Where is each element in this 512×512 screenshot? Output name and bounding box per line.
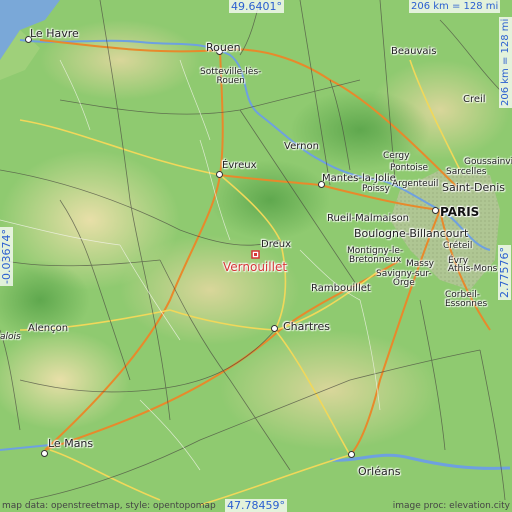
place-dot (432, 207, 439, 214)
place-montigny: Montigny-le- Bretonneux (347, 246, 404, 265)
place-orleans: Orléans (358, 465, 401, 478)
latitude-top-label: 49.6401° (229, 0, 284, 13)
longitude-left-label: -0.03674° (0, 227, 13, 286)
place-le-mans: Le Mans (48, 437, 94, 450)
attribution-image-proc: image proc: elevation.city (392, 501, 510, 511)
place-dot (348, 451, 355, 458)
place-beauvais: Beauvais (391, 46, 437, 57)
place-mantes: Mantes-la-Jolie (322, 173, 396, 184)
place-vernon: Vernon (284, 141, 319, 152)
place-athis: Athis-Mons (448, 264, 498, 274)
place-sotteville: Sotteville-lès- Rouen (200, 67, 262, 86)
place-saint-denis: Saint-Denis (442, 181, 506, 194)
place-corbeil: Corbeil- Essonnes (445, 290, 488, 309)
scale-top-label: 206 km = 128 mi (409, 0, 501, 13)
place-cergy: Cergy (383, 151, 410, 161)
place-goussainville: Goussainville (464, 157, 512, 167)
place-creteil: Créteil (443, 241, 473, 251)
location-marker-label: Vernouillet (223, 260, 288, 274)
place-alois: alois (0, 332, 21, 342)
place-sarcelles: Sarcelles (446, 167, 487, 177)
place-savigny: Savigny-sur- Orge (376, 269, 432, 288)
place-rouen: Rouen (206, 41, 241, 54)
location-marker-icon[interactable] (251, 250, 260, 259)
place-massy: Massy (406, 259, 434, 269)
place-dreux: Dreux (261, 239, 291, 250)
place-pontoise: Pontoise (390, 163, 429, 173)
place-paris: PARIS (440, 205, 480, 219)
place-dot (41, 450, 48, 457)
place-rueil: Rueil-Malmaison (327, 213, 410, 224)
scale-right-label: 206 km = 128 mi (499, 16, 512, 108)
place-evreux: Évreux (222, 160, 257, 171)
longitude-right-label: 2.77576° (498, 245, 511, 300)
place-le-havre: Le Havre (30, 27, 79, 40)
place-boulogne: Boulogne-Billancourt (354, 227, 469, 240)
place-creil: Creil (463, 94, 486, 105)
place-chartres: Chartres (283, 320, 331, 333)
place-argenteuil: Argenteuil (392, 179, 439, 189)
attribution-map-data: map data: openstreetmap, style: opentopo… (2, 501, 216, 511)
map-view[interactable]: 49.6401° 47.78459° -0.03674° 2.77576° 20… (0, 0, 512, 512)
place-poissy: Poissy (362, 184, 390, 194)
place-dot (216, 171, 223, 178)
place-alencon: Alençon (28, 323, 69, 334)
place-dot (271, 325, 278, 332)
latitude-bottom-label: 47.78459° (225, 499, 287, 512)
place-rambouillet: Rambouillet (311, 283, 371, 294)
